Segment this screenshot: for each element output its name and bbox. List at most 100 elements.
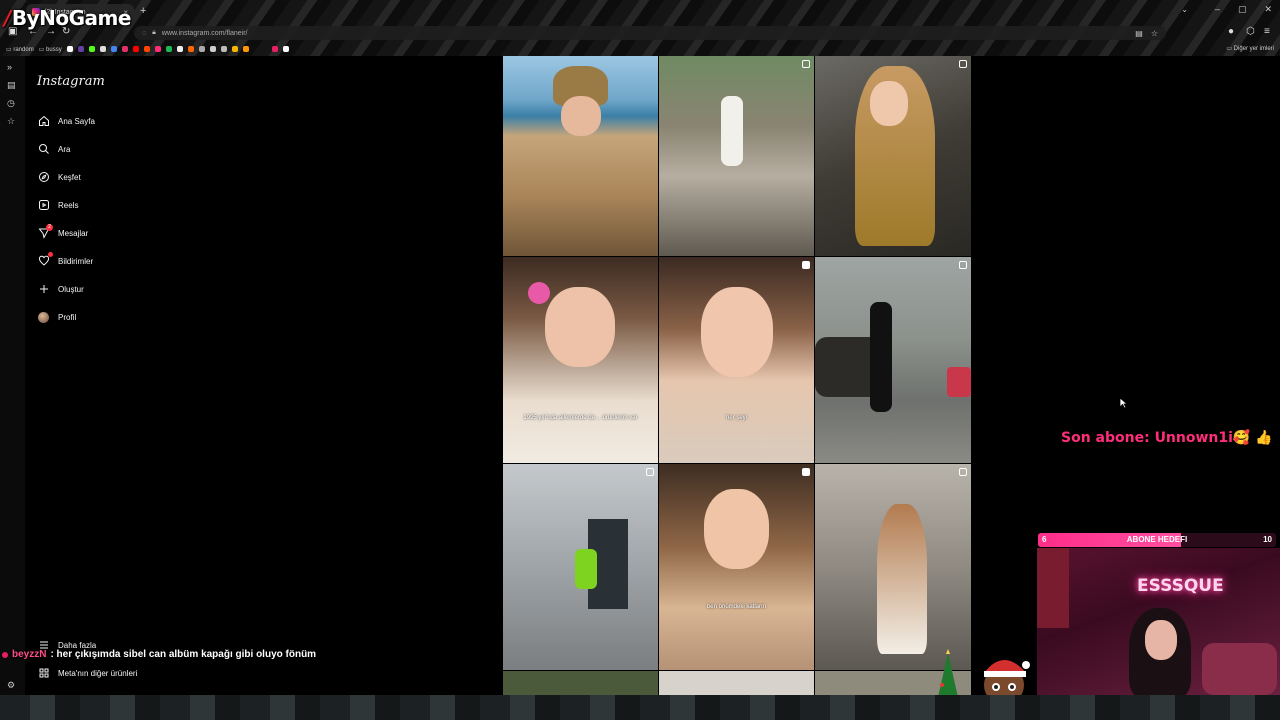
history-icon[interactable]: ◷ [7, 98, 15, 109]
post-thumbnail[interactable] [503, 464, 658, 670]
bookmark-favicon[interactable] [220, 46, 227, 52]
bookmark-star-icon[interactable]: ☆ [1151, 29, 1158, 38]
tiktok-icon[interactable] [209, 46, 216, 52]
profile-post-grid: 1995 yılı'nda ailemlerde de… ürünlerim v… [503, 56, 971, 695]
reader-view-icon[interactable]: ▤ [1135, 29, 1143, 38]
carousel-icon [646, 468, 654, 476]
instagram-logo[interactable]: Instagram [37, 74, 105, 89]
stream-logo-text: ByNoGame [11, 6, 132, 30]
post-thumbnail[interactable]: ben önümdeki katların [659, 464, 814, 670]
bookmark-favicon[interactable] [176, 46, 183, 52]
nav-notifications[interactable]: Bildirimler [37, 251, 93, 271]
minimize-icon[interactable]: – [1215, 4, 1220, 15]
other-bookmarks[interactable]: ▭ Diğer yer imleri [1226, 45, 1274, 52]
subscriber-goal-bar: 6 ABONE HEDEFI 10 [1038, 533, 1276, 547]
chat-message: beyzzN : her çıkışımda sibel can albüm k… [2, 649, 316, 660]
navigation-bar: ▣ ← → ↻ ◌ 🔒︎ www.instagram.com/flaneir/ … [0, 24, 1280, 42]
bookmark-favicon[interactable] [282, 46, 289, 52]
reel-caption: 1995 yılı'nda ailemlerde de… ürünlerim v… [523, 415, 638, 421]
goal-label: ABONE HEDEFI [1126, 535, 1188, 544]
post-thumbnail[interactable]: her şeyi [659, 257, 814, 463]
bookmark-favicon[interactable] [198, 46, 205, 52]
nav-meta-products[interactable]: Meta'nın diğer ürünleri [37, 663, 137, 683]
bookmark-favicon[interactable] [271, 46, 278, 52]
nav-label: Meta'nın diğer ürünleri [58, 668, 138, 678]
nav-label: Profil [58, 312, 77, 322]
chat-text: : her çıkışımda sibel can albüm kapağı g… [50, 649, 317, 660]
nav-label: Oluştur [58, 284, 84, 294]
post-thumbnail[interactable] [815, 56, 971, 256]
webcam-overlay: ESSSQUE [1037, 548, 1280, 695]
post-thumbnail[interactable] [815, 257, 971, 463]
bookmark-favicon[interactable] [187, 46, 194, 52]
other-bookmarks-label: Diğer yer imleri [1233, 46, 1274, 52]
post-thumbnail[interactable] [659, 56, 814, 256]
maximize-icon[interactable]: ▢ [1238, 4, 1247, 15]
sofa [1202, 643, 1277, 695]
mouse-cursor-icon [1119, 397, 1128, 409]
post-thumbnail[interactable] [815, 464, 971, 670]
lock-icon: 🔒︎ [152, 29, 156, 36]
extensions-icon[interactable]: ⬡ [1246, 26, 1255, 37]
x-icon[interactable] [99, 46, 106, 52]
nav-create[interactable]: Oluştur [37, 279, 84, 299]
bookmark-favicon[interactable] [110, 46, 117, 52]
nav-label: Keşfet [58, 172, 81, 182]
messenger-icon: 2 [37, 223, 53, 240]
bookmarks-star-icon[interactable]: ☆ [7, 116, 15, 127]
bookmark-favicon[interactable] [242, 46, 249, 52]
bookmark-bussy[interactable]: ▭ bussy [39, 46, 62, 53]
grid-apps-icon [37, 667, 50, 680]
nav-search[interactable]: Ara [37, 139, 70, 159]
settings-gear-icon[interactable]: ⚙ [7, 680, 15, 691]
chevron-down-icon[interactable]: ⌄ [1181, 5, 1188, 14]
subscriber-alert: Son abone: Unnown1i🥰 👍 [1061, 430, 1273, 446]
youtube-icon[interactable] [132, 46, 139, 52]
post-thumbnail[interactable] [503, 56, 658, 256]
camo-bottom-border [0, 695, 1280, 720]
shield-icon: ◌ [142, 29, 147, 37]
streamer-face [1145, 620, 1177, 660]
nav-label: Bildirimler [58, 256, 94, 266]
menu-icon[interactable]: ≡ [1264, 26, 1270, 37]
kick-icon[interactable] [88, 46, 95, 52]
goal-target: 10 [1263, 535, 1272, 544]
close-window-icon[interactable]: ✕ [1264, 4, 1272, 15]
bookmark-favicon[interactable] [231, 46, 238, 52]
browser-chrome: (2) Instagram × + ⌄ – ▢ ✕ ▣ ← → ↻ ◌ 🔒︎ w… [0, 0, 1280, 56]
carousel-icon [959, 60, 967, 68]
reddit-icon[interactable] [143, 46, 150, 52]
carousel-icon [959, 468, 967, 476]
bookmark-favicon[interactable] [165, 46, 172, 52]
nav-explore[interactable]: Keşfet [37, 167, 81, 187]
expand-sidebar-icon[interactable]: » [7, 62, 12, 72]
nav-label: Mesajlar [58, 228, 89, 238]
bookmark-favicon[interactable] [154, 46, 161, 52]
chat-username: beyzzN [12, 649, 47, 660]
reel-caption: ben önümdeki katların [706, 604, 767, 610]
bookmark-label: bussy [46, 46, 62, 53]
account-icon[interactable]: ● [1228, 26, 1234, 37]
carousel-icon [959, 261, 967, 269]
messages-badge: 2 [46, 223, 53, 231]
search-icon [37, 143, 50, 156]
instagram-icon[interactable] [121, 46, 128, 52]
bookmark-favicon[interactable] [66, 46, 73, 52]
compass-icon [37, 171, 50, 184]
nav-home[interactable]: Ana Sayfa [37, 111, 95, 131]
post-thumbnail[interactable] [659, 671, 814, 695]
bookmark-random[interactable]: ▭ random [6, 46, 34, 53]
new-tab-button[interactable]: + [140, 5, 146, 17]
reel-icon [802, 261, 810, 269]
post-thumbnail[interactable]: 1995 yılı'nda ailemlerde de… ürünlerim v… [503, 257, 658, 463]
neon-sign: ESSSQUE [1137, 576, 1224, 596]
reel-icon [802, 468, 810, 476]
nav-messages[interactable]: 2 Mesajlar [37, 223, 88, 243]
nav-profile[interactable]: Profil [37, 307, 76, 327]
address-bar[interactable]: ◌ 🔒︎ www.instagram.com/flaneir/ ▤ ☆ [134, 26, 1166, 40]
post-thumbnail[interactable] [503, 671, 658, 695]
notification-dot [48, 251, 53, 257]
tabs-icon[interactable]: ▤ [7, 80, 16, 91]
nav-reels[interactable]: Reels [37, 195, 78, 215]
twitch-icon[interactable] [77, 46, 84, 52]
